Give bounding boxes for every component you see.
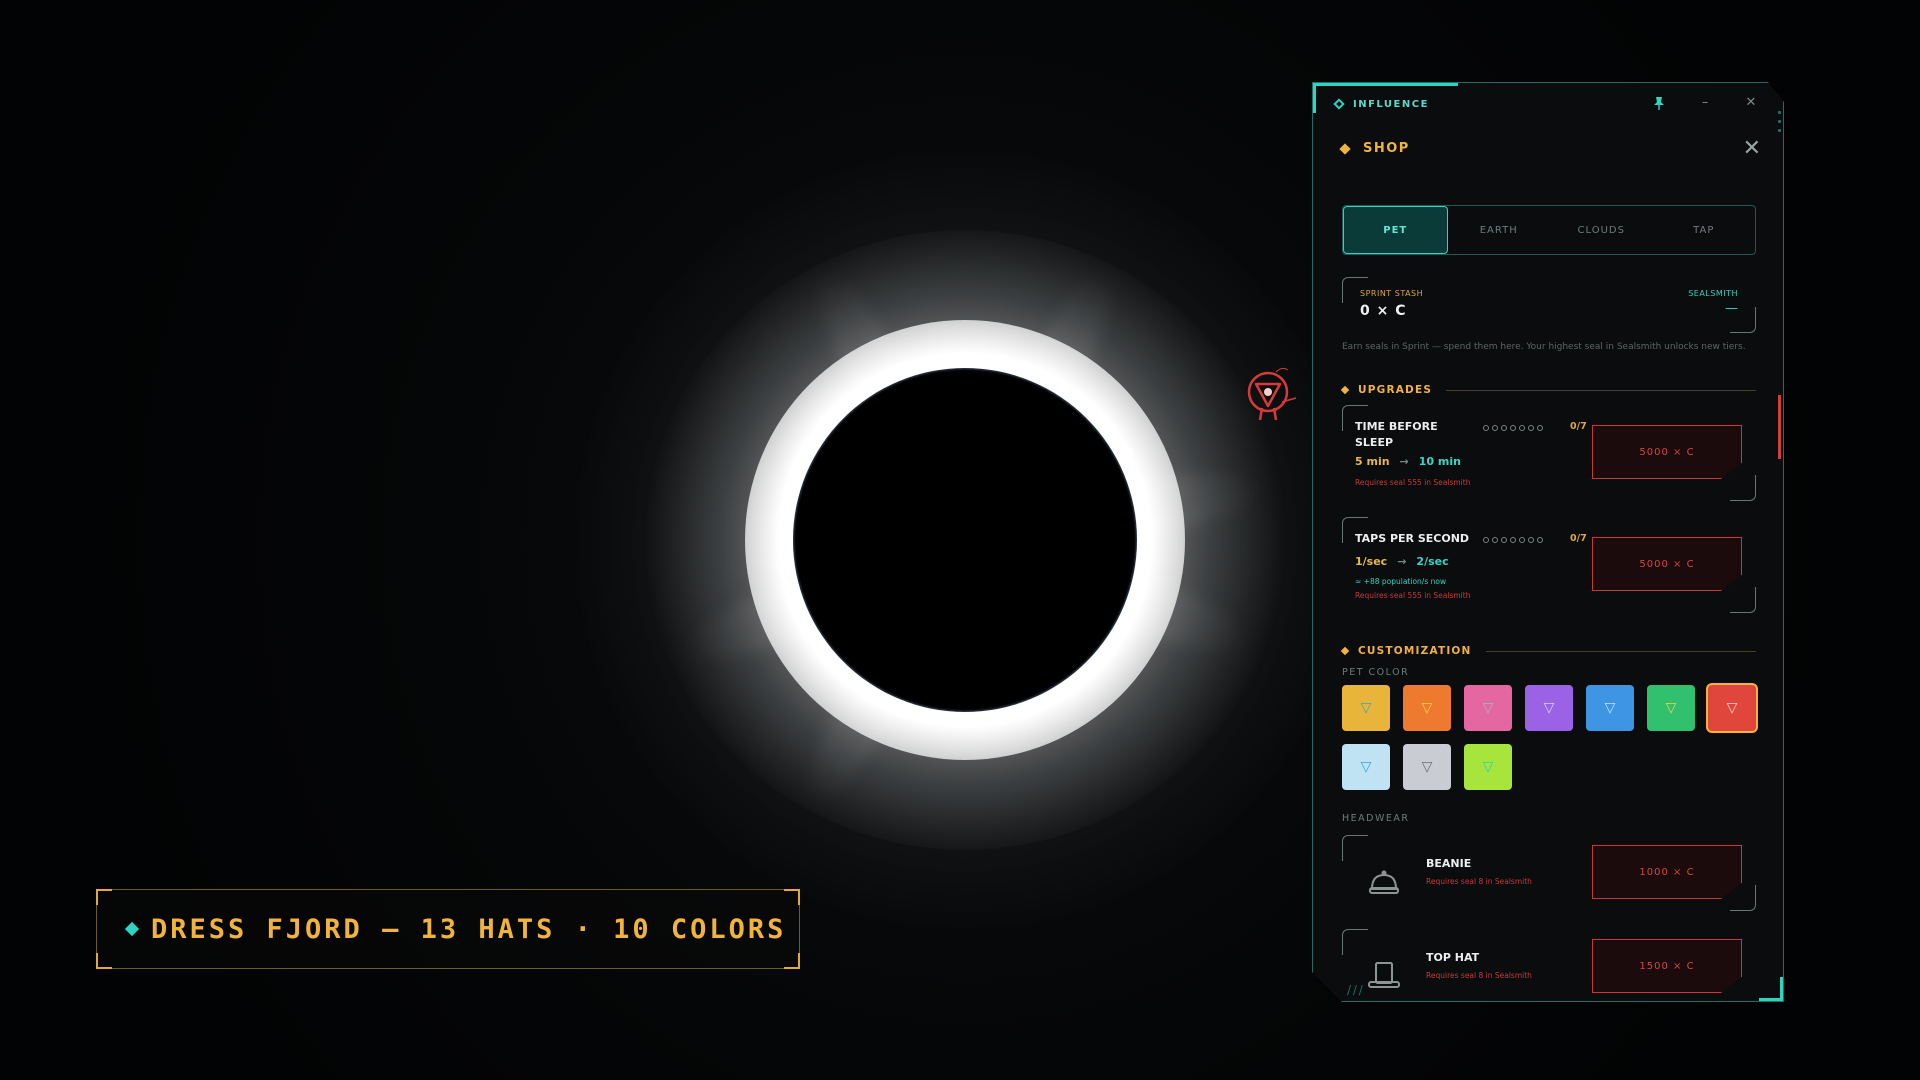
mode-caption-banner: DRESS FJORD — 13 HATS · 10 COLORS — [96, 889, 800, 969]
upgrade-level-pips — [1483, 537, 1543, 543]
upgrade-current-value: 5 min — [1355, 455, 1390, 468]
top-hat-icon — [1368, 962, 1400, 988]
color-swatch-yellow[interactable]: ▽ — [1342, 685, 1390, 731]
triangle-down-icon: ▽ — [1482, 759, 1494, 775]
hat-name: BEANIE — [1426, 857, 1472, 870]
shop-header: SHOP ✕ — [1339, 136, 1761, 161]
upgrade-taps-per-second: TAPS PER SECOND 0/7 1/sec → 2/sec ≈ +88 … — [1342, 517, 1756, 613]
hat-name: TOP HAT — [1426, 951, 1480, 964]
tab-pet[interactable]: PET — [1343, 206, 1448, 254]
triangle-down-icon: ▽ — [1726, 700, 1738, 716]
upgrade-price: 5000 × C — [1639, 558, 1695, 570]
upgrade-buy-button[interactable]: 5000 × C — [1592, 537, 1742, 591]
upgrade-level-pips — [1483, 425, 1543, 431]
customization-title: CUSTOMIZATION — [1358, 645, 1472, 657]
hat-item-top-hat: TOP HAT Requires seal 8 in Sealsmith 150… — [1342, 929, 1756, 1001]
triangle-down-icon: ▽ — [1604, 700, 1616, 716]
upgrade-note: ≈ +88 population/s now — [1355, 577, 1447, 586]
color-swatch-green[interactable]: ▽ — [1647, 685, 1695, 731]
window-titlebar[interactable]: INFLUENCE – ✕ — [1313, 83, 1783, 125]
color-swatch-pink[interactable]: ▽ — [1464, 685, 1512, 731]
upgrade-current-value: 1/sec — [1355, 555, 1388, 568]
stash-label: SPRINT STASH — [1360, 289, 1424, 298]
diamond-icon — [1340, 646, 1350, 656]
beanie-icon — [1369, 870, 1399, 894]
triangle-down-icon: ▽ — [1360, 700, 1372, 716]
sealsmith-value: — — [1725, 301, 1738, 316]
stash-hint-text: Earn seals in Sprint — spend them here. … — [1342, 342, 1746, 352]
upgrade-requirement: Requires seal 555 in Sealsmith — [1355, 478, 1471, 487]
upgrade-buy-button[interactable]: 5000 × C — [1592, 425, 1742, 479]
upgrade-name: TAPS PER SECOND — [1355, 532, 1470, 545]
hat-requirement: Requires seal 8 in Sealsmith — [1426, 877, 1532, 886]
moon-disc — [793, 368, 1137, 712]
triangle-down-icon: ▽ — [1360, 759, 1372, 775]
tab-tap[interactable]: TAP — [1653, 206, 1756, 254]
color-swatch-purple[interactable]: ▽ — [1525, 685, 1573, 731]
triangle-down-icon: ▽ — [1421, 700, 1433, 716]
triangle-down-icon: ▽ — [1421, 759, 1433, 775]
upgrade-progress: 0/7 — [1570, 421, 1587, 432]
triangle-down-icon: ▽ — [1482, 700, 1494, 716]
window-close-button[interactable]: ✕ — [1743, 95, 1759, 110]
hat-item-beanie: BEANIE Requires seal 8 in Sealsmith 1000… — [1342, 835, 1756, 911]
diamond-icon — [1333, 98, 1345, 110]
color-swatch-ice[interactable]: ▽ — [1342, 744, 1390, 790]
pet-avatar-icon[interactable] — [1238, 362, 1298, 428]
sprint-stash-card: SPRINT STASH 0 × C SEALSMITH — — [1342, 277, 1756, 333]
upgrade-values: 1/sec → 2/sec — [1355, 555, 1449, 568]
hat-price: 1000 × C — [1639, 866, 1695, 878]
stash-value: 0 × C — [1360, 303, 1407, 319]
tab-clouds[interactable]: CLOUDS — [1550, 206, 1653, 254]
arrow-right-icon: → — [1399, 455, 1409, 468]
upgrade-next-value: 2/sec — [1416, 555, 1449, 568]
hat-price: 1500 × C — [1639, 960, 1695, 972]
color-swatch-silver[interactable]: ▽ — [1403, 744, 1451, 790]
shop-title: SHOP — [1363, 141, 1410, 156]
shop-panel: / / / INFLUENCE – ✕ SHOP ✕ PET EARTH CLO… — [1312, 82, 1784, 1002]
shop-close-button[interactable]: ✕ — [1743, 136, 1761, 161]
upgrades-title: UPGRADES — [1358, 384, 1433, 396]
minimize-button[interactable]: – — [1697, 95, 1713, 110]
hat-buy-button[interactable]: 1500 × C — [1592, 939, 1742, 993]
caption-text: DRESS FJORD — 13 HATS · 10 COLORS — [151, 913, 787, 945]
upgrade-time-before-sleep: TIME BEFORE SLEEP 0/7 5 min → 10 min Req… — [1342, 405, 1756, 501]
sealsmith-label: SEALSMITH — [1688, 289, 1738, 298]
upgrade-name: TIME BEFORE SLEEP — [1355, 420, 1438, 449]
window-title: INFLUENCE — [1353, 98, 1429, 110]
color-swatch-orange[interactable]: ▽ — [1403, 685, 1451, 731]
arrow-right-icon: → — [1397, 555, 1407, 568]
pet-color-label: PET COLOR — [1342, 667, 1410, 678]
upgrades-section-header: UPGRADES — [1340, 384, 1756, 396]
color-swatch-lime[interactable]: ▽ — [1464, 744, 1512, 790]
diamond-icon — [1339, 142, 1351, 155]
upgrade-progress: 0/7 — [1570, 533, 1587, 544]
customization-section-header: CUSTOMIZATION — [1340, 645, 1756, 657]
triangle-down-icon: ▽ — [1665, 700, 1677, 716]
tab-earth[interactable]: EARTH — [1448, 206, 1551, 254]
upgrade-price: 5000 × C — [1639, 446, 1695, 458]
color-swatch-blue[interactable]: ▽ — [1586, 685, 1634, 731]
upgrade-requirement: Requires seal 555 in Sealsmith — [1355, 591, 1471, 600]
upgrade-next-value: 10 min — [1418, 455, 1461, 468]
upgrade-values: 5 min → 10 min — [1355, 455, 1461, 468]
hat-requirement: Requires seal 8 in Sealsmith — [1426, 971, 1532, 980]
diamond-icon — [1340, 385, 1350, 395]
diamond-icon — [124, 921, 140, 937]
shop-tabs: PET EARTH CLOUDS TAP — [1342, 205, 1756, 255]
pin-icon[interactable] — [1651, 96, 1667, 110]
headwear-label: HEADWEAR — [1342, 813, 1410, 824]
hat-buy-button[interactable]: 1000 × C — [1592, 845, 1742, 899]
color-swatch-red[interactable]: ▽ — [1708, 685, 1756, 731]
triangle-down-icon: ▽ — [1543, 700, 1555, 716]
